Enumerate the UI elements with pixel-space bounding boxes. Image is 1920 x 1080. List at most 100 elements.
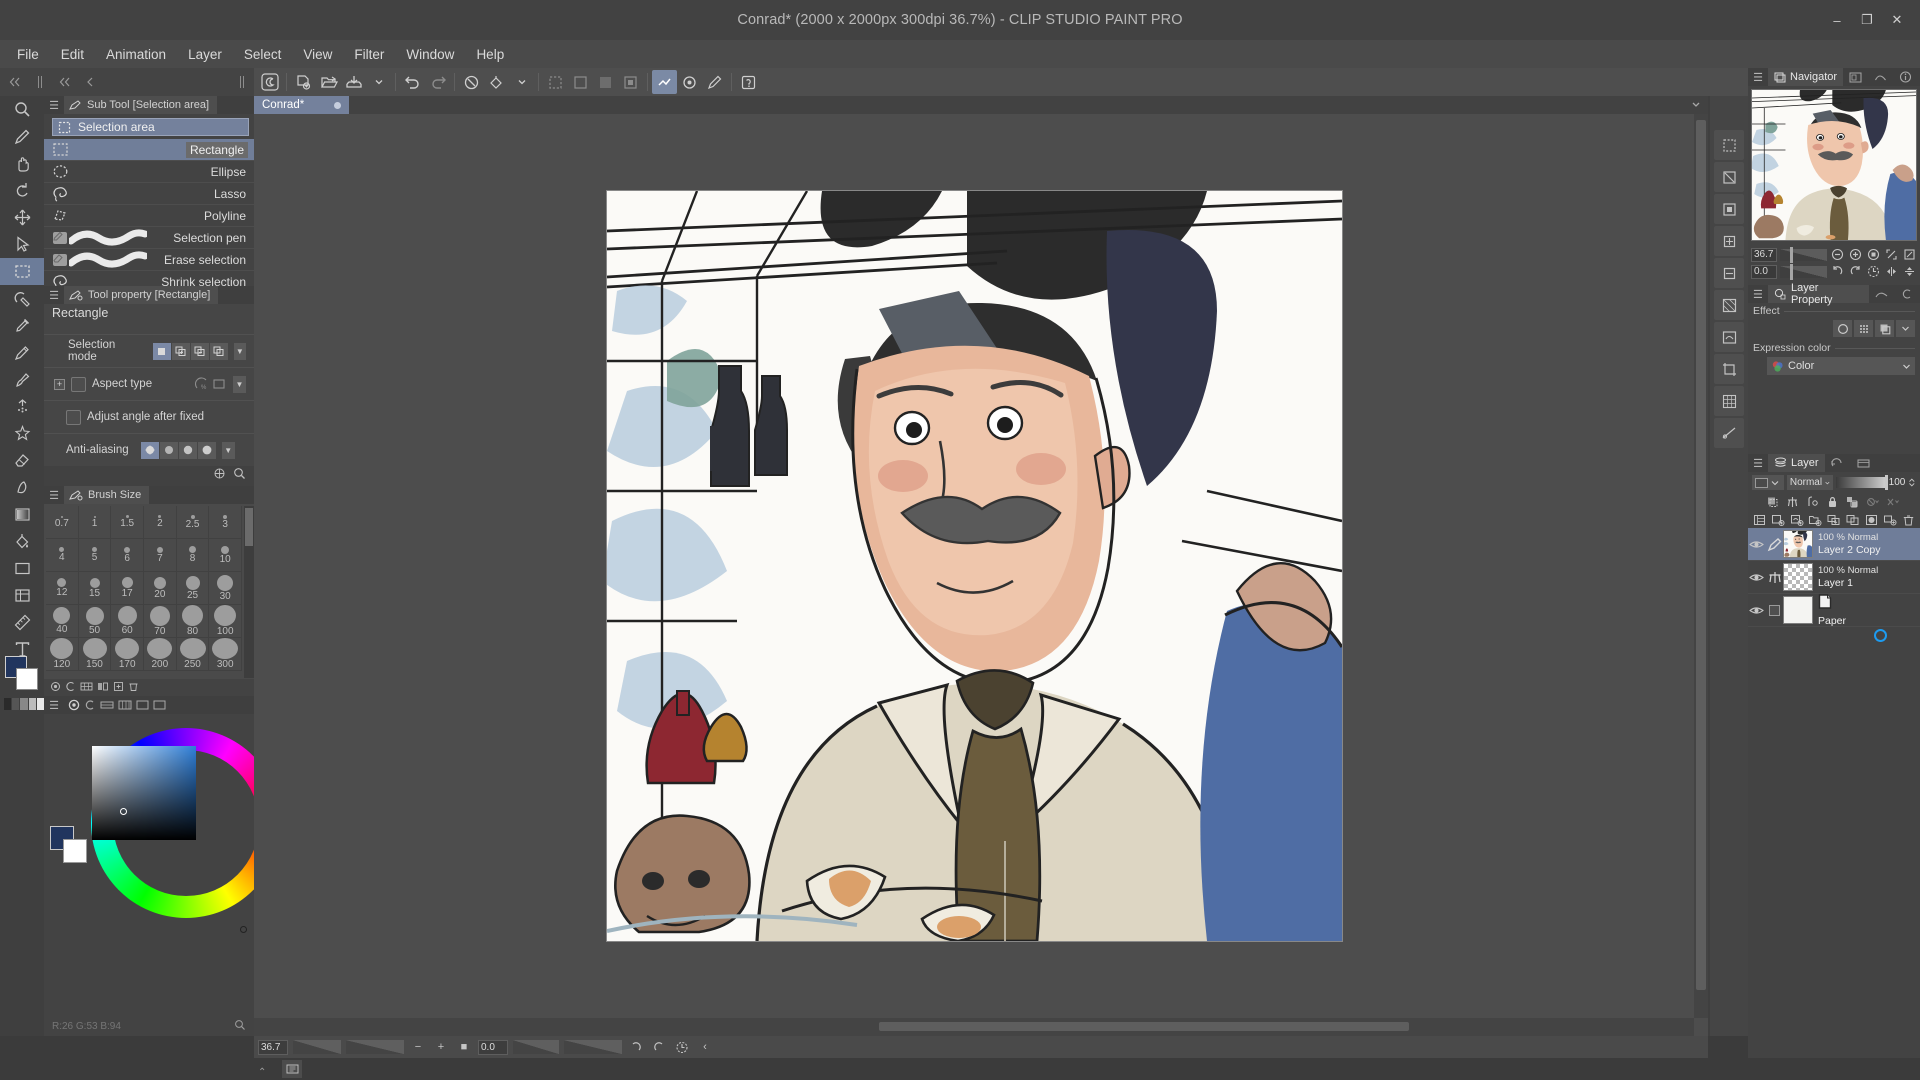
deselect-icon[interactable] <box>593 70 618 94</box>
ruler-icon[interactable] <box>1804 494 1821 510</box>
menu-item-help[interactable]: Help <box>465 42 515 67</box>
tab-navigator[interactable]: Navigator <box>1768 68 1844 86</box>
duplicate-layer-icon[interactable] <box>1845 512 1861 528</box>
brush-tool-button[interactable] <box>0 366 44 393</box>
bottom-caret-icon[interactable]: ⌃ <box>258 1067 266 1078</box>
scale-rotate-icon[interactable] <box>543 70 568 94</box>
airbrush-tool-button[interactable] <box>0 393 44 420</box>
right-grip-icon[interactable] <box>229 70 254 94</box>
lock-icon[interactable] <box>1824 494 1841 510</box>
brush-size-cell-60[interactable]: 60 <box>111 605 145 638</box>
decoration-tool-button[interactable] <box>0 420 44 447</box>
brush-size-preset-icon[interactable] <box>65 679 76 697</box>
rotate-tool-button[interactable] <box>0 177 44 204</box>
status-rotation-slider-2[interactable] <box>564 1040 622 1054</box>
save-icon[interactable] <box>341 70 366 94</box>
tab-animation-timeline[interactable] <box>1825 454 1851 472</box>
menu-item-filter[interactable]: Filter <box>343 42 395 67</box>
brush-size-cell-1[interactable]: 1 <box>78 506 112 539</box>
quick-deselect-icon[interactable] <box>1714 162 1744 192</box>
new-vector-layer-icon[interactable] <box>1789 512 1805 528</box>
merge-down-icon[interactable] <box>1882 512 1898 528</box>
delete-layer-icon[interactable] <box>1901 512 1917 528</box>
tool-property-menu-icon[interactable]: ☰ <box>44 286 64 304</box>
collapse-left-dock-icon[interactable] <box>2 70 27 94</box>
palette-list-icon[interactable] <box>1752 512 1768 528</box>
brush-size-cell-100[interactable]: 100 <box>209 605 243 638</box>
brush-size-cell-6[interactable]: 6 <box>111 539 145 572</box>
opacity-slider[interactable] <box>1835 475 1888 490</box>
brush-size-cell-250[interactable]: 250 <box>176 638 210 671</box>
ruler-off-icon[interactable] <box>1884 494 1901 510</box>
pen-tool-button[interactable] <box>0 123 44 150</box>
zoom-icon[interactable] <box>677 70 702 94</box>
background-swatch[interactable] <box>63 839 87 863</box>
menu-item-view[interactable]: View <box>292 42 343 67</box>
timeline-panel-icon[interactable] <box>282 1060 302 1078</box>
sub-tool-item-rectangle[interactable]: Rectangle <box>44 139 254 161</box>
brush-size-cell-50[interactable]: 50 <box>78 605 112 638</box>
open-file-icon[interactable] <box>316 70 341 94</box>
status-zoom-value[interactable]: 36.7 <box>258 1039 288 1055</box>
canvas-vertical-scroll-thumb[interactable] <box>1696 120 1706 990</box>
new-document-icon[interactable] <box>291 70 316 94</box>
menu-item-window[interactable]: Window <box>395 42 465 67</box>
brush-size-cell-70[interactable]: 70 <box>144 605 177 638</box>
tab-layer-search[interactable] <box>1851 454 1877 472</box>
sub-tool-item-polyline[interactable]: Polyline <box>44 205 254 227</box>
color-settings-icon[interactable] <box>234 1019 246 1034</box>
brush-size-cell-80[interactable]: 80 <box>176 605 210 638</box>
sub-tool-item-selection-pen[interactable]: Selection pen <box>44 227 254 249</box>
status-collapse-icon[interactable]: ‹ <box>696 1039 714 1055</box>
layer-thumbnail[interactable] <box>1783 530 1813 558</box>
menu-item-edit[interactable]: Edit <box>50 42 95 67</box>
navigator-rotation-value[interactable]: 0.0 <box>1751 264 1777 279</box>
undo-icon[interactable] <box>400 70 425 94</box>
back-chevron-icon[interactable] <box>77 70 102 94</box>
reset-rotation-icon[interactable] <box>1866 264 1881 279</box>
eraser-tool-button[interactable] <box>0 447 44 474</box>
brush-size-cell-20[interactable]: 20 <box>144 572 177 605</box>
quick-crop-icon[interactable] <box>1714 354 1744 384</box>
canvas-horizontal-scroll-thumb[interactable] <box>879 1022 1409 1031</box>
adjust-angle-checkbox[interactable] <box>66 409 81 425</box>
opacity-stepper-icon[interactable] <box>1908 477 1916 488</box>
mask-icon[interactable] <box>1784 494 1801 510</box>
magnifier-tool-button[interactable] <box>0 96 44 123</box>
color-gradient-tab-icon[interactable] <box>153 699 166 711</box>
intersect-selection-button[interactable] <box>209 342 228 360</box>
brush-size-delete-icon[interactable] <box>128 679 139 697</box>
clipping-icon[interactable] <box>1764 494 1781 510</box>
canvas-artwork[interactable] <box>606 191 1887 941</box>
tool-settings-icon[interactable] <box>213 467 226 485</box>
anti-aliasing-weak-button[interactable] <box>159 441 178 459</box>
minimize-button[interactable]: – <box>1822 0 1852 40</box>
layer-mask-off-icon[interactable] <box>1864 494 1881 510</box>
color-wheel-tab-icon[interactable] <box>68 699 80 711</box>
brush-size-cell-150[interactable]: 150 <box>78 638 112 671</box>
tab-sub-tool[interactable]: Sub Tool [Selection area] <box>64 96 218 114</box>
color-slider-tab-icon[interactable] <box>100 699 114 711</box>
fullscreen-icon[interactable] <box>1902 247 1917 262</box>
selection-border-icon[interactable] <box>652 70 677 94</box>
transfer-down-icon[interactable] <box>1826 512 1842 528</box>
tab-information[interactable] <box>1893 68 1918 86</box>
layer-thumbnail[interactable] <box>1783 563 1813 591</box>
layer-visibility-toggle[interactable] <box>1748 605 1765 616</box>
clip-studio-logo-icon[interactable] <box>257 70 282 94</box>
fit-icon[interactable] <box>1866 247 1881 262</box>
status-fit-icon[interactable]: ■ <box>455 1039 473 1055</box>
aspect-type-chevron-icon[interactable]: ▼ <box>233 375 246 393</box>
brush-size-cell-7[interactable]: 7 <box>144 539 177 572</box>
blend-mode-dropdown[interactable]: Normal <box>1786 475 1833 490</box>
sub-tool-item-erase-selection[interactable]: Erase selection <box>44 249 254 271</box>
quick-ref-layer-icon[interactable] <box>1714 322 1744 352</box>
brush-size-cell-25[interactable]: 25 <box>176 572 210 605</box>
color-circle-tab-icon[interactable] <box>84 699 96 711</box>
status-zoom-slider-2[interactable] <box>346 1040 404 1054</box>
anti-aliasing-chevron-icon[interactable]: ▼ <box>221 441 235 459</box>
brush-size-menu-icon[interactable]: ☰ <box>44 486 64 504</box>
opacity-value[interactable]: 100 <box>1889 477 1906 488</box>
save-dropdown-chevron-icon[interactable] <box>366 70 391 94</box>
sub-tool-menu-icon[interactable]: ☰ <box>44 96 64 114</box>
